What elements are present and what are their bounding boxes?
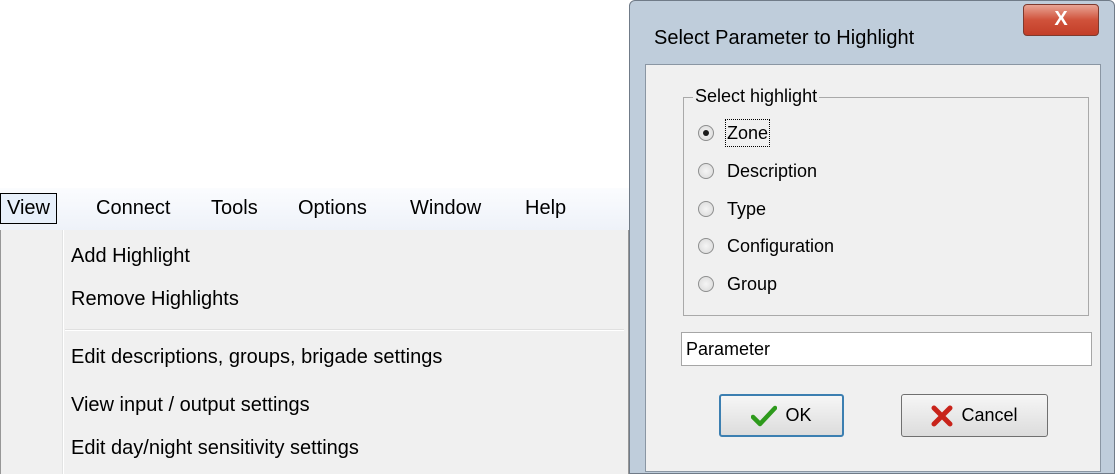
radio-label[interactable]: Group	[726, 271, 778, 297]
radio-label[interactable]: Configuration	[726, 233, 835, 259]
menu-item-view-io-settings[interactable]: View input / output settings	[71, 390, 310, 420]
radio-button[interactable]	[698, 125, 714, 141]
cancel-label: Cancel	[961, 405, 1018, 425]
parameter-input[interactable]	[681, 332, 1092, 366]
radio-label[interactable]: Description	[726, 158, 818, 184]
radio-label[interactable]: Zone	[724, 119, 771, 147]
menu-tools[interactable]: Tools	[205, 193, 264, 224]
menubar: View Connect Tools Options Window Help	[0, 188, 629, 231]
menu-window[interactable]: Window	[404, 193, 487, 224]
menu-item-add-highlight[interactable]: Add Highlight	[71, 241, 190, 271]
checkmark-icon	[751, 405, 778, 427]
menu-item-edit-day-night[interactable]: Edit day/night sensitivity settings	[71, 433, 359, 463]
group-label: Select highlight	[693, 86, 820, 107]
view-dropdown-menu: Add Highlight Remove Highlights Edit des…	[0, 230, 629, 474]
close-button[interactable]: X	[1023, 4, 1099, 36]
radio-button[interactable]	[698, 201, 714, 217]
menu-options[interactable]: Options	[292, 193, 373, 224]
ok-button[interactable]: OK	[719, 394, 844, 437]
radio-button[interactable]	[698, 163, 714, 179]
dialog-title: Select Parameter to Highlight	[654, 27, 915, 49]
cancel-button[interactable]: Cancel	[901, 394, 1048, 437]
radio-button[interactable]	[698, 238, 714, 254]
menu-view[interactable]: View	[0, 193, 57, 224]
menu-gutter-highlight	[63, 230, 64, 474]
close-icon: X	[1054, 8, 1068, 30]
menu-help[interactable]: Help	[519, 193, 572, 224]
menu-separator	[65, 329, 624, 331]
x-icon	[931, 405, 953, 427]
select-parameter-dialog: Select Parameter to Highlight X Select h…	[629, 0, 1115, 474]
menu-item-remove-highlights[interactable]: Remove Highlights	[71, 284, 239, 314]
dialog-client-area: Select highlight Zone Description Type C…	[645, 64, 1101, 472]
radio-label[interactable]: Type	[726, 196, 767, 222]
menu-connect[interactable]: Connect	[90, 193, 177, 224]
ok-label: OK	[785, 405, 812, 425]
radio-button[interactable]	[698, 276, 714, 292]
select-highlight-group: Select highlight Zone Description Type C…	[683, 86, 1089, 316]
menu-item-edit-descriptions[interactable]: Edit descriptions, groups, brigade setti…	[71, 342, 442, 372]
